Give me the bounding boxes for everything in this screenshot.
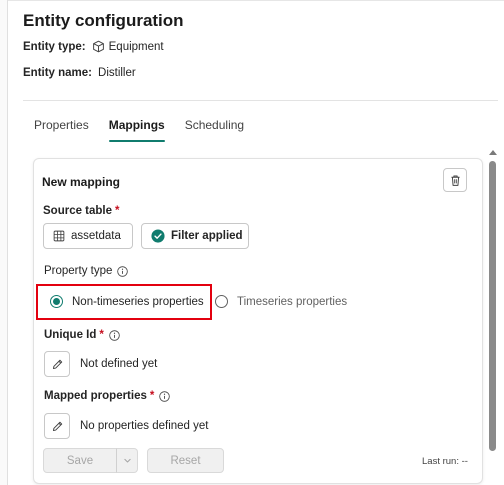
last-run-status: Last run: -- [422,456,468,467]
property-type-label-row: Property type [44,265,129,277]
property-type-label: Property type [44,265,113,277]
pencil-icon [52,421,62,431]
pencil-icon [52,359,62,369]
left-panel-edge [0,0,8,485]
scroll-thumb[interactable] [489,161,496,451]
filter-applied-label: Filter applied [171,230,243,242]
entity-type-label: Entity type: [23,40,86,53]
radio-dot [50,295,63,308]
mapped-properties-label: Mapped properties [44,390,147,402]
entity-name-label: Entity name: [23,67,93,79]
required-marker: * [149,390,155,402]
edit-mapped-properties-button[interactable] [44,413,70,439]
top-edge [8,0,504,3]
required-marker: * [115,205,120,217]
source-table-label-row: Source table * [43,205,120,217]
required-marker: * [99,329,104,341]
scroll-up-arrow[interactable] [489,150,497,155]
mapped-properties-label-row: Mapped properties * [44,390,171,402]
radio-non-timeseries-label: Non-timeseries properties [72,295,204,308]
source-table-label: Source table [43,205,113,217]
edit-unique-id-button[interactable] [44,351,70,377]
page-title: Entity configuration [23,11,184,30]
entity-type-value: Equipment [108,40,164,53]
check-circle-icon [151,229,165,243]
tab-bar: Properties Mappings Scheduling [34,118,264,142]
unique-id-value: Not defined yet [80,358,158,370]
chevron-down-icon [123,458,131,463]
info-icon[interactable] [117,265,129,277]
cube-icon [92,40,104,53]
header-divider [23,100,498,101]
trash-icon [450,175,460,186]
mapped-properties-row: No properties defined yet [44,413,209,439]
radio-dot [215,295,228,308]
mapped-properties-value: No properties defined yet [80,420,209,432]
table-grid-icon [53,230,65,242]
entity-name-row: Entity name: Distiller [23,67,136,79]
radio-timeseries-label: Timeseries properties [237,295,348,308]
save-dropdown-button[interactable] [116,448,138,473]
tab-mappings[interactable]: Mappings [108,118,165,142]
entity-name-value: Distiller [98,67,136,79]
save-button[interactable]: Save [43,448,117,473]
filter-applied-button[interactable]: Filter applied [141,223,249,249]
mapping-title: New mapping [42,175,121,189]
info-icon[interactable] [109,329,120,341]
radio-non-timeseries[interactable]: Non-timeseries properties [50,295,204,308]
info-icon[interactable] [159,390,171,402]
unique-id-row: Not defined yet [44,351,157,377]
unique-id-label: Unique Id [44,329,97,341]
radio-timeseries[interactable]: Timeseries properties [215,295,347,308]
reset-button[interactable]: Reset [147,448,224,473]
source-table-button[interactable]: assetdata [43,223,133,249]
entity-type-row: Entity type: Equipment [23,40,164,53]
tab-scheduling[interactable]: Scheduling [185,118,244,140]
delete-mapping-button[interactable] [443,168,467,192]
unique-id-label-row: Unique Id * [44,329,120,341]
tab-properties[interactable]: Properties [34,118,89,140]
vertical-scrollbar[interactable] [488,150,498,482]
source-table-value: assetdata [71,230,121,242]
